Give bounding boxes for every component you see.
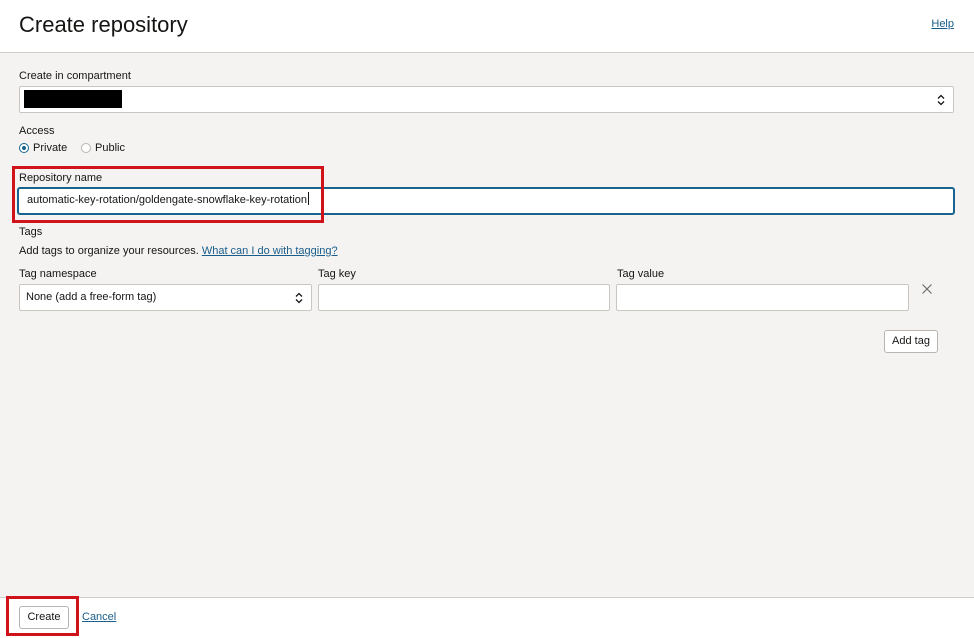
repository-name-value: automatic-key-rotation/goldengate-snowfl…	[27, 194, 308, 206]
access-label: Access	[19, 125, 55, 137]
page-title: Create repository	[19, 12, 188, 37]
tag-key-label: Tag key	[318, 268, 356, 280]
tags-description: Add tags to organize your resources.	[19, 245, 199, 257]
repository-name-label: Repository name	[19, 172, 103, 184]
tag-namespace-label: Tag namespace	[19, 268, 97, 280]
help-link[interactable]: Help	[931, 18, 954, 30]
tags-label: Tags	[19, 226, 43, 238]
cancel-link[interactable]: Cancel	[82, 611, 116, 623]
chevron-updown-icon	[295, 292, 303, 303]
chevron-updown-icon	[937, 94, 945, 105]
text-caret	[308, 192, 310, 205]
page-header: Create repository Help	[0, 0, 974, 53]
tagging-help-link[interactable]: What can I do with tagging?	[202, 245, 338, 257]
compartment-label: Create in compartment	[19, 70, 131, 82]
redacted-compartment-value	[24, 90, 122, 108]
form-footer	[0, 597, 974, 638]
tags-description-row: Add tags to organize your resources. Wha…	[19, 245, 338, 257]
public-radio-label[interactable]: Public	[95, 142, 125, 154]
repository-name-input[interactable]: automatic-key-rotation/goldengate-snowfl…	[17, 187, 955, 215]
private-radio-label[interactable]: Private	[33, 142, 67, 154]
private-radio[interactable]	[19, 143, 29, 153]
tag-value-input[interactable]	[616, 284, 909, 311]
tag-value-label: Tag value	[617, 268, 665, 280]
tag-namespace-value: None (add a free-form tag)	[26, 291, 157, 303]
create-button[interactable]: Create	[19, 606, 69, 629]
add-tag-button[interactable]: Add tag	[884, 330, 938, 353]
compartment-select[interactable]	[19, 86, 954, 113]
close-icon[interactable]	[921, 283, 933, 295]
public-radio[interactable]	[81, 143, 91, 153]
tag-key-input[interactable]	[318, 284, 610, 311]
tag-namespace-select[interactable]: None (add a free-form tag)	[19, 284, 312, 311]
